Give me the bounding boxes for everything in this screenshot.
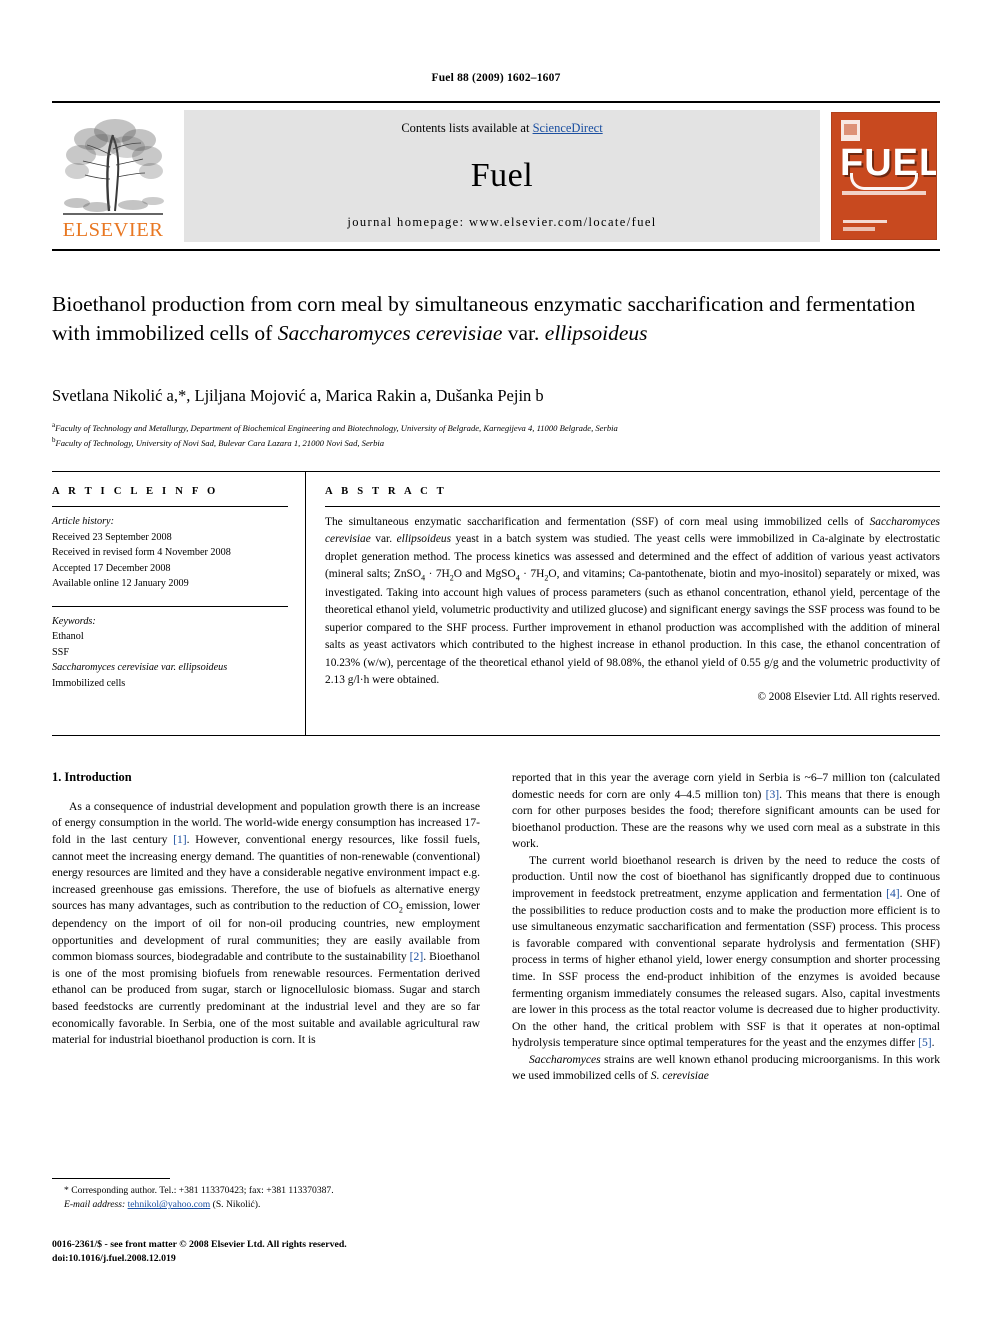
title-text-2: var. [502, 320, 545, 345]
issn-copyright-line: 0016-2361/$ - see front matter © 2008 El… [52, 1239, 347, 1250]
contents-lists-prefix: Contents lists available at [401, 121, 533, 135]
article-info-heading: A R T I C L E I N F O [52, 486, 219, 497]
cover-subtitle-rule [842, 191, 926, 195]
paragraph: As a consequence of industrial developme… [52, 799, 480, 1049]
keyword-item: Immobilized cells [52, 677, 126, 689]
abstract-block: A B S T R A C T The simultaneous enzymat… [325, 486, 940, 703]
keyword-item: SSF [52, 646, 69, 658]
abstract-heading: A B S T R A C T [325, 486, 447, 497]
abstract-seg-6: · 7H [519, 568, 545, 581]
corresponding-author-footnote: * Corresponding author. Tel.: +381 11337… [52, 1178, 480, 1213]
elsevier-logo: ELSEVIER [52, 110, 174, 242]
elsevier-wordmark: ELSEVIER [62, 218, 164, 241]
section-heading-introduction: 1. Introduction [52, 770, 132, 784]
abstract-text: The simultaneous enzymatic saccharificat… [325, 514, 940, 689]
author-list: Svetlana Nikolić a,*, Ljiljana Mojović a… [52, 386, 544, 405]
para-seg: . One of the possibilities to reduce pro… [512, 887, 940, 1050]
citation-ref-2[interactable]: [2] [410, 950, 424, 963]
keyword-item: Ethanol [52, 631, 84, 642]
email-suffix: (S. Nikolić). [210, 1199, 261, 1211]
history-item: Received in revised form 4 November 2008 [52, 547, 231, 558]
abstract-rule [325, 506, 940, 507]
article-info-rule [52, 506, 288, 507]
journal-banner-center: Contents lists available at ScienceDirec… [184, 110, 820, 242]
para-seg: . Bioethanol is one of the most promisin… [52, 950, 480, 1047]
history-item: Received 23 September 2008 [52, 531, 172, 543]
cover-footer-rule-2 [843, 227, 875, 231]
article-history: Article history: Received 23 September 2… [52, 514, 288, 592]
affiliation-b: bFaculty of Technology, University of No… [52, 436, 385, 449]
abstract-seg-1: The simultaneous enzymatic saccharificat… [325, 516, 870, 528]
cover-elsevier-mark-icon [841, 120, 860, 141]
info-abstract-divider [305, 471, 306, 735]
affiliations: aFaculty of Technology and Metallurgy, D… [52, 420, 942, 450]
article-history-label: Article history: [52, 516, 114, 527]
doi-line: doi:10.1016/j.fuel.2008.12.019 [52, 1253, 176, 1265]
journal-cover-thumbnail: FUEL [828, 110, 940, 242]
cover-band-decoration [850, 173, 918, 190]
imprint-block: 0016-2361/$ - see front matter © 2008 El… [52, 1238, 492, 1266]
history-item: Available online 12 January 2009 [52, 578, 189, 589]
elsevier-tree-icon [57, 115, 169, 219]
cover-footer-rule-1 [843, 220, 887, 223]
keywords-rule [52, 605, 288, 607]
affiliation-b-text: Faculty of Technology, University of Nov… [55, 438, 385, 449]
info-rule-bottom [52, 735, 940, 736]
info-rule-top [52, 471, 940, 472]
contents-lists-line: Contents lists available at ScienceDirec… [401, 121, 602, 136]
para-italic: Saccharomyces [529, 1052, 601, 1066]
footnote-rule [52, 1178, 170, 1179]
citation-ref-4[interactable]: [4] [886, 887, 900, 900]
sciencedirect-link[interactable]: ScienceDirect [533, 121, 603, 135]
email-link[interactable]: tehnikol@yahoo.com [128, 1199, 211, 1210]
paragraph: reported that in this year the average c… [512, 770, 940, 853]
footnote-contact-line: * Corresponding author. Tel.: +381 11337… [64, 1185, 334, 1196]
para-seg: . [931, 1036, 935, 1050]
journal-article-page: Fuel 88 (2009) 1602–1607 ELSEVIER Conten… [0, 0, 992, 1323]
keywords-label: Keywords: [52, 615, 96, 627]
running-head: Fuel 88 (2009) 1602–1607 [431, 72, 561, 84]
footnote-email-line: E-mail address: tehnikol@yahoo.com (S. N… [64, 1198, 480, 1212]
keywords-block: Keywords: Ethanol SSF Saccharomyces cere… [52, 605, 288, 692]
abstract-seg-7: O, and vitamins; Ca-pantothenate, biotin… [325, 568, 940, 687]
affiliation-a: aFaculty of Technology and Metallurgy, D… [52, 421, 618, 433]
body-column-left: 1. Introduction As a consequence of indu… [52, 770, 480, 1049]
para-italic: S. cerevisiae [650, 1069, 709, 1083]
article-info-block: A R T I C L E I N F O Article history: R… [52, 486, 288, 691]
abstract-seg-4: · 7H [425, 568, 450, 581]
article-title: Bioethanol production from corn meal by … [52, 290, 932, 347]
citation-ref-1[interactable]: [1] [173, 833, 187, 846]
title-italic-2: ellipsoideus [544, 320, 648, 345]
journal-banner: ELSEVIER Contents lists available at Sci… [52, 101, 940, 251]
abstract-copyright: © 2008 Elsevier Ltd. All rights reserved… [757, 691, 941, 704]
paragraph: Saccharomyces strains are well known eth… [512, 1052, 940, 1085]
history-item: Accepted 17 December 2008 [52, 562, 171, 574]
journal-homepage[interactable]: journal homepage: www.elsevier.com/locat… [347, 215, 656, 230]
citation-ref-3[interactable]: [3] [766, 788, 780, 801]
keyword-item: Saccharomyces cerevisiae var. ellipsoide… [52, 662, 228, 673]
paragraph: The current world bioethanol research is… [512, 853, 940, 1052]
citation-ref-5[interactable]: [5] [918, 1036, 932, 1049]
abstract-italic-2: ellipsoideus [396, 533, 452, 546]
body-column-right: reported that in this year the average c… [512, 770, 940, 1085]
journal-title: Fuel [470, 156, 534, 194]
abstract-seg-2: var. [370, 533, 397, 546]
affiliation-a-text: Faculty of Technology and Metallurgy, De… [55, 422, 618, 433]
para-seg: The current world bioethanol research is… [512, 853, 940, 901]
title-italic-1: Saccharomyces cerevisiae [277, 320, 503, 345]
abstract-seg-5: O and MgSO [453, 568, 516, 581]
email-address-label: E-mail address: [64, 1199, 126, 1211]
